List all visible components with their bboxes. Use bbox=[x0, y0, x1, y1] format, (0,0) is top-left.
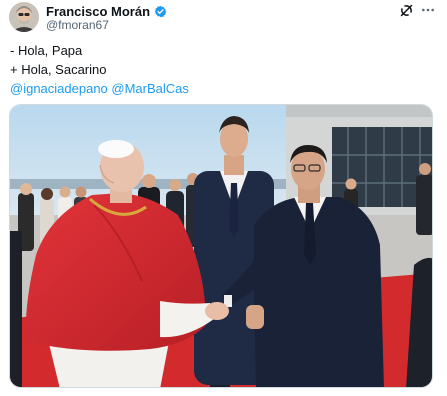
tweet-text: - Hola, Papa + Hola, Sacarino @ignaciade… bbox=[10, 41, 430, 98]
author-avatar[interactable] bbox=[9, 2, 39, 32]
author-handle[interactable]: @fmoran67 bbox=[46, 18, 109, 32]
avatar-photo-icon bbox=[9, 2, 39, 32]
grok-icon[interactable] bbox=[398, 2, 414, 18]
tweet-card[interactable]: Francisco Morán @fmoran67 - Hola, Papa +… bbox=[0, 0, 447, 396]
tweet-text-line: - Hola, Papa bbox=[10, 43, 83, 58]
more-options-icon[interactable] bbox=[420, 2, 436, 18]
photo-scene bbox=[10, 105, 432, 387]
tweet-photo[interactable] bbox=[9, 104, 433, 388]
author-name-row[interactable]: Francisco Morán bbox=[46, 3, 167, 19]
tweet-mentions: @ignaciadepano @MarBalCas bbox=[10, 79, 430, 98]
mention-link[interactable]: @ignaciadepano bbox=[10, 81, 108, 96]
tweet-text-line: + Hola, Sacarino bbox=[10, 62, 107, 77]
mention-link[interactable]: @MarBalCas bbox=[111, 81, 189, 96]
verified-badge-icon bbox=[154, 5, 167, 18]
author-display-name[interactable]: Francisco Morán bbox=[46, 4, 150, 19]
